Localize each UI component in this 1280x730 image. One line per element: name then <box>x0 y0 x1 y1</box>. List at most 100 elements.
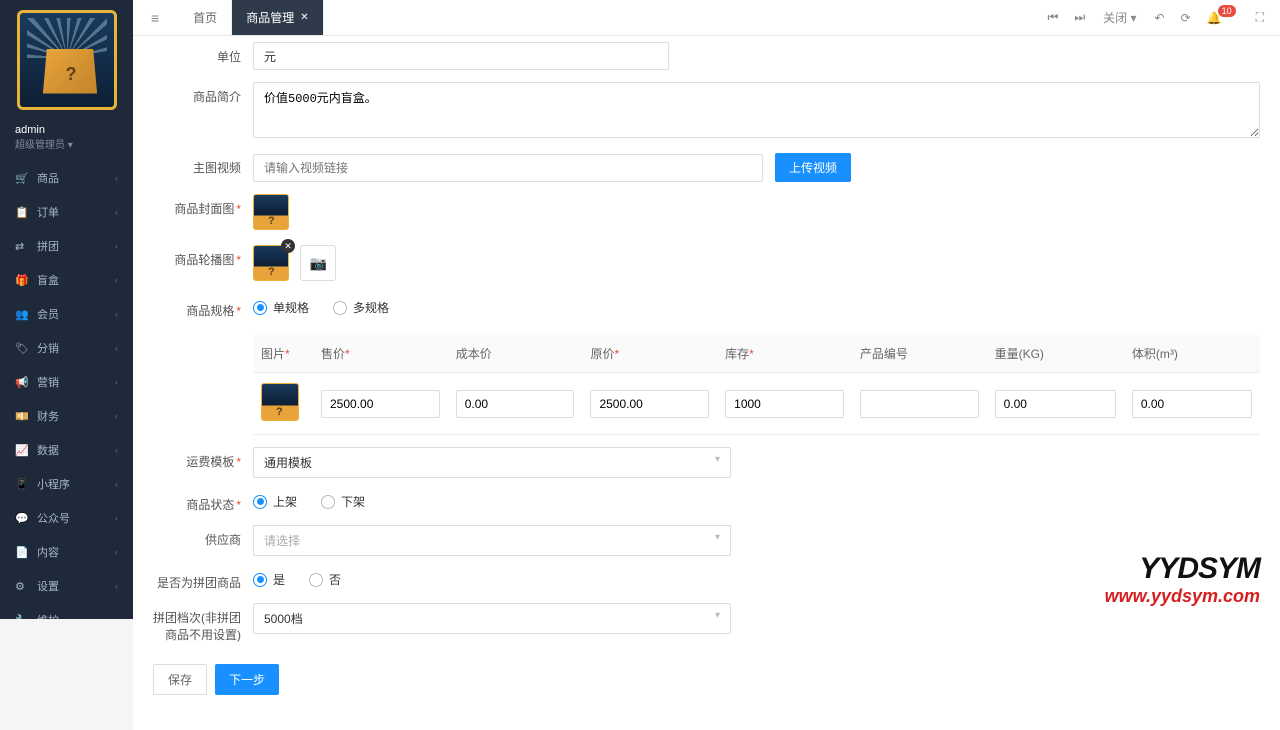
label-supplier: 供应商 <box>153 525 253 548</box>
refresh-icon[interactable]: ⟳ <box>1173 5 1199 31</box>
nav-icon: 🔧 <box>15 614 29 620</box>
freight-select[interactable]: 通用模板▾ <box>253 447 731 478</box>
nav-label: 公众号 <box>37 510 70 526</box>
tab-home[interactable]: 首页 <box>179 0 232 35</box>
sidebar-item[interactable]: ⇄拼团‹ <box>0 229 133 263</box>
cost-input[interactable] <box>456 390 575 418</box>
radio-status-on[interactable]: 上架 <box>253 493 297 510</box>
nav-icon: 📱 <box>15 478 29 491</box>
radio-group-yes[interactable]: 是 <box>253 571 285 588</box>
label-unit: 单位 <box>153 42 253 65</box>
radio-status-off[interactable]: 下架 <box>321 493 365 510</box>
nav-icon: 📄 <box>15 546 29 559</box>
chevron-left-icon: ‹ <box>115 547 118 557</box>
sidebar-item[interactable]: 💴 财务 ‹ <box>0 399 133 433</box>
nav-last-icon[interactable]: ⏭ <box>1066 4 1093 31</box>
label-spec: 商品规格 <box>153 296 253 319</box>
nav-label: 会员 <box>37 306 59 322</box>
sidebar-item[interactable]: 📈数据‹ <box>0 433 133 467</box>
chevron-left-icon: ‹ <box>115 173 118 183</box>
fullscreen-icon[interactable]: ⛶ <box>1248 4 1272 31</box>
label-group-level: 拼团档次(非拼团商品不用设置) <box>153 603 253 643</box>
video-input[interactable] <box>253 154 763 182</box>
nav-label: 财务 <box>37 408 59 424</box>
nav-icon: 🛒 <box>15 172 29 185</box>
unit-input[interactable] <box>253 42 669 70</box>
next-button[interactable]: 下一步 <box>215 664 279 695</box>
close-icon[interactable]: ✕ <box>300 12 308 23</box>
sidebar-item[interactable]: ⚙设置‹ <box>0 569 133 603</box>
radio-single-spec[interactable]: 单规格 <box>253 299 309 316</box>
label-is-group: 是否为拼团商品 <box>153 568 253 591</box>
tab-product-manage[interactable]: 商品管理✕ <box>232 0 323 35</box>
radio-multi-spec[interactable]: 多规格 <box>333 299 389 316</box>
sku-input[interactable] <box>860 390 979 418</box>
table-row <box>253 373 1260 435</box>
user-role: 超级管理员 ▾ <box>15 136 118 151</box>
chevron-left-icon: ‹ <box>115 343 118 353</box>
close-dropdown[interactable]: 关闭 ▾ <box>1093 3 1146 32</box>
sidebar-item[interactable]: 🛒商品‹ <box>0 161 133 195</box>
nav-icon: ⚙ <box>15 580 29 593</box>
chevron-left-icon: ‹ <box>115 513 118 523</box>
sidebar-item[interactable]: 📋订单‹ <box>0 195 133 229</box>
sidebar-item[interactable]: 📢营销‹ <box>0 365 133 399</box>
sidebar-item[interactable]: 📱小程序‹ <box>0 467 133 501</box>
label-status: 商品状态 <box>153 490 253 513</box>
nav-icon: 📈 <box>15 444 29 457</box>
supplier-select[interactable]: 请选择▾ <box>253 525 731 556</box>
save-button[interactable]: 保存 <box>153 664 207 695</box>
stock-input[interactable] <box>725 390 844 418</box>
nav-icon: 👥 <box>15 308 29 321</box>
notification-icon[interactable]: 🔔10 <box>1199 5 1248 31</box>
nav-icon: 💴 <box>15 410 29 423</box>
nav-label: 内容 <box>37 544 59 560</box>
upload-image-button[interactable]: 📷 <box>300 245 336 281</box>
sidebar-item[interactable]: 💬公众号‹ <box>0 501 133 535</box>
chevron-left-icon: ‹ <box>115 479 118 489</box>
nav-label: 分销 <box>37 340 59 356</box>
nav-label: 盲盒 <box>37 272 59 288</box>
weight-input[interactable] <box>995 390 1116 418</box>
back-icon[interactable]: ↶ <box>1147 5 1173 31</box>
chevron-left-icon: ‹ <box>115 309 118 319</box>
logo-container: ? <box>0 0 133 120</box>
spec-thumbnail[interactable] <box>261 383 299 421</box>
nav-label: 数据 <box>37 442 59 458</box>
sidebar-item[interactable]: 🎁 盲盒 ‹ <box>0 263 133 297</box>
nav-icon: 🎁 <box>15 274 29 287</box>
volume-input[interactable] <box>1132 390 1252 418</box>
chevron-left-icon: ‹ <box>115 581 118 591</box>
orig-price-input[interactable] <box>590 390 709 418</box>
nav-icon: 🏷 <box>15 342 29 355</box>
app-logo: ? <box>17 10 117 110</box>
intro-textarea[interactable]: 价值5000元内盲盒。 <box>253 82 1260 138</box>
radio-group-no[interactable]: 否 <box>309 571 341 588</box>
nav-label: 订单 <box>37 204 59 220</box>
chevron-left-icon: ‹ <box>115 241 118 251</box>
label-intro: 商品简介 <box>153 82 253 105</box>
cover-thumbnail[interactable] <box>253 194 289 230</box>
chevron-left-icon: ‹ <box>115 411 118 421</box>
label-freight: 运费模板 <box>153 447 253 470</box>
sidebar-item[interactable]: 👥 会员 ‹ <box>0 297 133 331</box>
remove-image-icon[interactable]: ✕ <box>281 239 295 253</box>
chevron-left-icon: ‹ <box>115 275 118 285</box>
sidebar-item[interactable]: 📄 内容 ‹ <box>0 535 133 569</box>
sidebar-item[interactable]: 🔧维护‹ <box>0 603 133 619</box>
nav-label: 营销 <box>37 374 59 390</box>
price-input[interactable] <box>321 390 440 418</box>
spec-table: 图片* 售价* 成本价 原价* 库存* 产品编号 重量(KG) 体积(m³) <box>253 335 1260 435</box>
nav-label: 维护 <box>37 612 59 619</box>
label-cover: 商品封面图 <box>153 194 253 217</box>
upload-video-button[interactable]: 上传视频 <box>775 153 851 182</box>
sidebar-item[interactable]: 🏷 分销 ‹ <box>0 331 133 365</box>
menu-toggle-icon[interactable]: ≡ <box>141 4 169 32</box>
nav-icon: 📋 <box>15 206 29 219</box>
nav-icon: ⇄ <box>15 240 29 253</box>
user-info[interactable]: admin 超级管理员 ▾ <box>0 120 133 161</box>
sidebar: ? admin 超级管理员 ▾ 🛒商品‹📋订单‹⇄拼团‹🎁盲盒‹👥会员‹🏷分销‹… <box>0 0 133 619</box>
nav-first-icon[interactable]: ⏮ <box>1040 4 1067 31</box>
label-video: 主图视频 <box>153 153 253 176</box>
label-carousel: 商品轮播图 <box>153 245 253 268</box>
